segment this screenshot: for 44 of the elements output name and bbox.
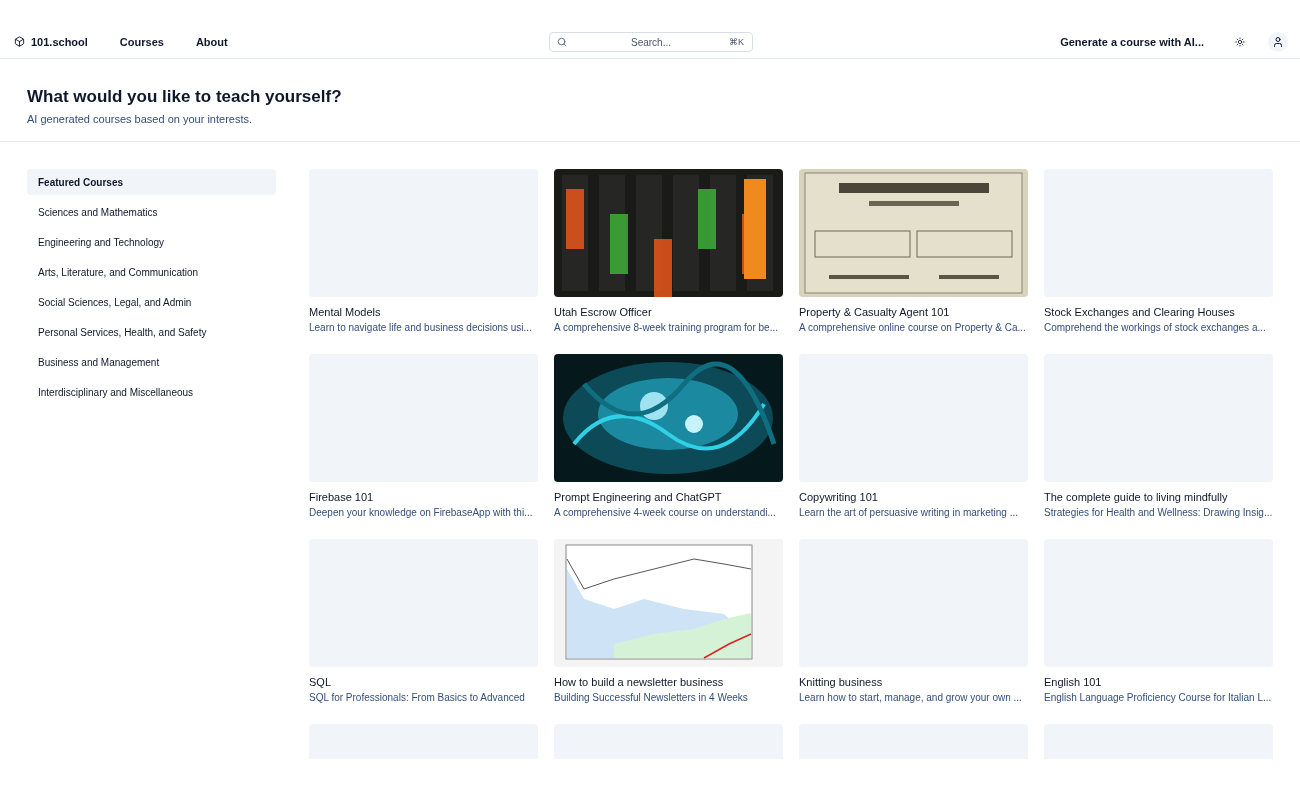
site-logo[interactable]: 101.school — [14, 35, 88, 48]
course-description: Learn the art of persuasive writing in marketing ... — [799, 507, 1019, 518]
category-item[interactable]: Social Sciences, Legal, and Admin — [27, 289, 276, 315]
page-subtitle: AI generated courses based on your interests. — [27, 113, 254, 125]
course-description: Building Successful Newsletters in 4 Weeks — [554, 692, 749, 703]
nav-link[interactable]: About — [195, 35, 228, 48]
course-title[interactable]: Copywriting 101 — [799, 491, 1028, 503]
course-description: A comprehensive online course on Property & Ca... — [799, 322, 1027, 333]
course-description: English Language Proficiency Course for Italian L... — [1044, 692, 1273, 703]
course-title[interactable]: How to build a newsletter business — [554, 676, 783, 688]
course-title[interactable]: Stock Exchanges and Clearing Houses — [1044, 306, 1273, 318]
course-description: Learn how to start, manage, and grow your own ... — [799, 692, 1023, 703]
course-title[interactable]: Knitting business — [799, 676, 1028, 688]
course-title[interactable]: Property & Casualty Agent 101 — [799, 306, 1028, 318]
nav-link[interactable]: Courses — [119, 35, 164, 48]
category-item[interactable]: Personal Services, Health, and Safety — [27, 319, 276, 345]
search-icon — [557, 36, 567, 47]
generate-course-button[interactable]: Generate a course with AI... — [1052, 35, 1212, 48]
course-title[interactable]: Mental Models — [309, 306, 538, 318]
course-description: A comprehensive 8-week training program for be... — [554, 322, 779, 333]
category-item[interactable]: Engineering and Technology — [27, 229, 276, 255]
shortcut-hint: ⌘K — [729, 36, 744, 47]
page-title: What would you like to teach yourself? — [27, 87, 343, 107]
course-title[interactable]: Prompt Engineering and ChatGPT — [554, 491, 783, 503]
course-title[interactable]: Utah Escrow Officer — [554, 306, 783, 318]
category-item[interactable]: Sciences and Mathematics — [27, 199, 276, 225]
category-item[interactable]: Interdisciplinary and Miscellaneous — [27, 379, 276, 405]
cube-icon — [14, 36, 25, 47]
profile-button[interactable] — [1268, 31, 1288, 52]
category-item[interactable]: Arts, Literature, and Communication — [27, 259, 276, 285]
course-description: Learn to navigate life and business decisions usi... — [309, 322, 533, 333]
course-title[interactable]: English 101 — [1044, 676, 1273, 688]
course-description: Strategies for Health and Wellness: Drawing Insig... — [1044, 507, 1273, 518]
course-title[interactable]: Firebase 101 — [309, 491, 538, 503]
sun-icon — [1235, 36, 1245, 47]
user-icon — [1272, 35, 1284, 48]
course-title[interactable]: The complete guide to living mindfully — [1044, 491, 1273, 503]
category-item[interactable]: Featured Courses — [27, 169, 276, 195]
course-description: SQL for Professionals: From Basics to Advanced — [309, 692, 526, 703]
course-description: A comprehensive 4-week course on understandi... — [554, 507, 777, 518]
category-item[interactable]: Business and Management — [27, 349, 276, 375]
course-description: Deepen your knowledge on FirebaseApp with thi... — [309, 507, 534, 518]
course-description: Comprehend the workings of stock exchanges a... — [1044, 322, 1267, 333]
course-title[interactable]: SQL — [309, 676, 538, 688]
